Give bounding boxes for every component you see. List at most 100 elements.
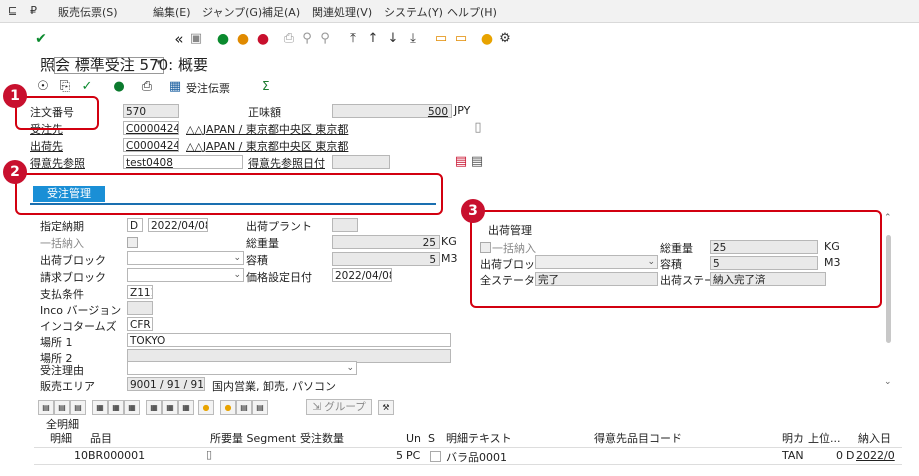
row-status-checkbox[interactable]	[430, 451, 441, 462]
req-date-type-field[interactable]: D	[127, 218, 143, 232]
save-icon[interactable]: ▣	[187, 30, 205, 48]
plant-field[interactable]	[332, 218, 358, 232]
group-button[interactable]: ⇲ グループ	[306, 399, 372, 415]
gross-weight-field[interactable]: 25	[332, 235, 440, 249]
col-item[interactable]: 明細	[50, 431, 72, 447]
order-doc-icon[interactable]: ▦	[166, 78, 184, 96]
soldto-field[interactable]: C0000424	[123, 121, 179, 135]
grid-schedule-icon[interactable]: ▦	[162, 400, 178, 415]
sum-icon[interactable]: Σ	[262, 79, 270, 93]
partner-icon[interactable]: ●	[110, 78, 128, 96]
col-order-qty[interactable]: 受注数量	[300, 431, 344, 447]
grid-filter-icon[interactable]: ▦	[124, 400, 140, 415]
incoterms-field[interactable]: CFR	[127, 317, 153, 331]
currency: JPY	[454, 104, 471, 117]
req-date-label: 指定納期	[40, 220, 84, 233]
last-page-icon[interactable]: ⤓	[404, 30, 422, 48]
exit-icon[interactable]: ●	[234, 30, 252, 48]
panel-scrollbar[interactable]: ⌃ ⌄	[882, 213, 896, 398]
billing-block-dropdown[interactable]: ⌄	[127, 268, 244, 282]
scroll-thumb[interactable]	[886, 235, 891, 343]
enter-check-icon[interactable]: ✔	[32, 30, 50, 48]
grid-settings-icon[interactable]: ⚒	[378, 400, 394, 415]
scroll-down-icon[interactable]: ⌄	[884, 377, 892, 387]
grid-deselect-icon[interactable]: ▤	[70, 400, 86, 415]
payment-terms-field[interactable]: Z111	[127, 285, 153, 299]
grid-details-icon[interactable]: ▤	[38, 400, 54, 415]
volume-field[interactable]: 5	[332, 252, 440, 266]
order-doc-button[interactable]: 受注伝票	[186, 80, 230, 96]
document-icon[interactable]: ⎘	[56, 78, 74, 96]
badge-3: 3	[461, 199, 485, 223]
print-preview-icon[interactable]: ⎙	[138, 78, 156, 96]
back-icon[interactable]: ●	[214, 30, 232, 48]
favorites-icon[interactable]: ₽	[30, 4, 37, 17]
grid-doc-icon[interactable]: ▤	[236, 400, 252, 415]
col-status[interactable]: S	[428, 431, 435, 447]
grid-config-icon[interactable]: ▦	[146, 400, 162, 415]
net-amount-field[interactable]: 500	[332, 104, 452, 118]
menu-extras[interactable]: 補足(A)	[262, 4, 300, 20]
shortcut-icon[interactable]: ▭	[452, 30, 470, 48]
col-material[interactable]: 品目	[90, 431, 112, 447]
document-small-icon[interactable]: ▯	[469, 119, 487, 137]
previous-page-icon[interactable]: ↑	[364, 30, 382, 48]
col-category[interactable]: 明カ	[782, 431, 804, 447]
badge-2: 2	[3, 160, 27, 184]
first-page-icon[interactable]: ⤒	[344, 30, 362, 48]
menu-system[interactable]: システム(Y)	[384, 4, 443, 20]
grid-item-icon[interactable]: ●	[220, 400, 236, 415]
col-cust-material[interactable]: 得意先品目コード	[594, 431, 682, 447]
find-next-icon[interactable]: ⚲	[316, 30, 334, 48]
menu-environment[interactable]: 関連処理(V)	[312, 4, 372, 20]
custref-field[interactable]: test0408	[123, 155, 243, 169]
find-icon[interactable]: ⚲	[298, 30, 316, 48]
scroll-up-icon[interactable]: ⌃	[884, 213, 892, 223]
order-no-field[interactable]: 570	[123, 104, 179, 118]
grid-select-icon[interactable]: ▤	[54, 400, 70, 415]
display-icon[interactable]: ☉	[34, 78, 52, 96]
partner-small-icon[interactable]: ▤	[468, 153, 486, 171]
menu-edit[interactable]: 編集(E)	[153, 4, 191, 20]
custref-date-field[interactable]	[332, 155, 390, 169]
ship-block-dropdown[interactable]: ⌄	[127, 251, 244, 265]
help-icon[interactable]: ●	[478, 30, 496, 48]
new-session-icon[interactable]: ▭	[432, 30, 450, 48]
print-icon[interactable]: ⎙	[280, 30, 298, 48]
menu-help[interactable]: ヘルプ(H)	[447, 4, 497, 20]
cancel-icon[interactable]: ●	[254, 30, 272, 48]
sales-area-field[interactable]: 9001 / 91 / 91	[127, 377, 205, 391]
order-reason-dropdown[interactable]: ⌄	[127, 361, 357, 375]
system-menu-icon[interactable]: ⊑	[8, 4, 17, 17]
col-item-text[interactable]: 明細テキスト	[446, 431, 512, 447]
place1-field[interactable]: TOKYO	[127, 333, 451, 347]
next-page-icon[interactable]: ↓	[384, 30, 402, 48]
double-chevron-left-icon[interactable]: «	[170, 30, 188, 48]
bulk-checkbox[interactable]	[127, 237, 138, 248]
grid-sort-desc-icon[interactable]: ▦	[108, 400, 124, 415]
check-icon[interactable]: ✓	[78, 78, 96, 96]
grid-pricing-icon[interactable]: ●	[198, 400, 214, 415]
settings-gear-icon[interactable]: ⚙	[496, 30, 514, 48]
order-reason-label: 受注理由	[40, 364, 84, 377]
col-delivery-date[interactable]: 納入日	[858, 431, 891, 447]
grid-text-icon[interactable]: ▤	[252, 400, 268, 415]
billing-block-label: 請求ブロック	[40, 271, 106, 284]
col-segment[interactable]: 所要量 Segment	[210, 431, 296, 447]
col-higher-level[interactable]: 上位...	[808, 431, 841, 447]
menu-goto[interactable]: ジャンプ(G)	[202, 4, 262, 20]
plant-label: 出荷プラント	[246, 220, 312, 233]
place1-label: 場所 1	[40, 336, 73, 349]
row-segment-icon[interactable]: ▯	[206, 448, 212, 461]
col-unit[interactable]: Un	[406, 431, 421, 447]
row-item: 10	[74, 449, 88, 462]
menu-sales-doc[interactable]: 販売伝票(S)	[58, 4, 118, 20]
inco-version-field[interactable]	[127, 301, 153, 315]
shipto-field[interactable]: C0000424	[123, 138, 179, 152]
grid-table-icon[interactable]: ▦	[178, 400, 194, 415]
standard-toolbar: ✔ ▾ « ▣ ● ● ● ⎙ ⚲ ⚲ ⤒ ↑ ↓ ⤓ ▭ ▭ ● ⚙	[0, 27, 919, 74]
req-date-field[interactable]: 2022/04/08	[148, 218, 208, 232]
price-date-field[interactable]: 2022/04/08	[332, 268, 392, 282]
row-category: TAN	[782, 449, 804, 462]
grid-sort-asc-icon[interactable]: ▦	[92, 400, 108, 415]
